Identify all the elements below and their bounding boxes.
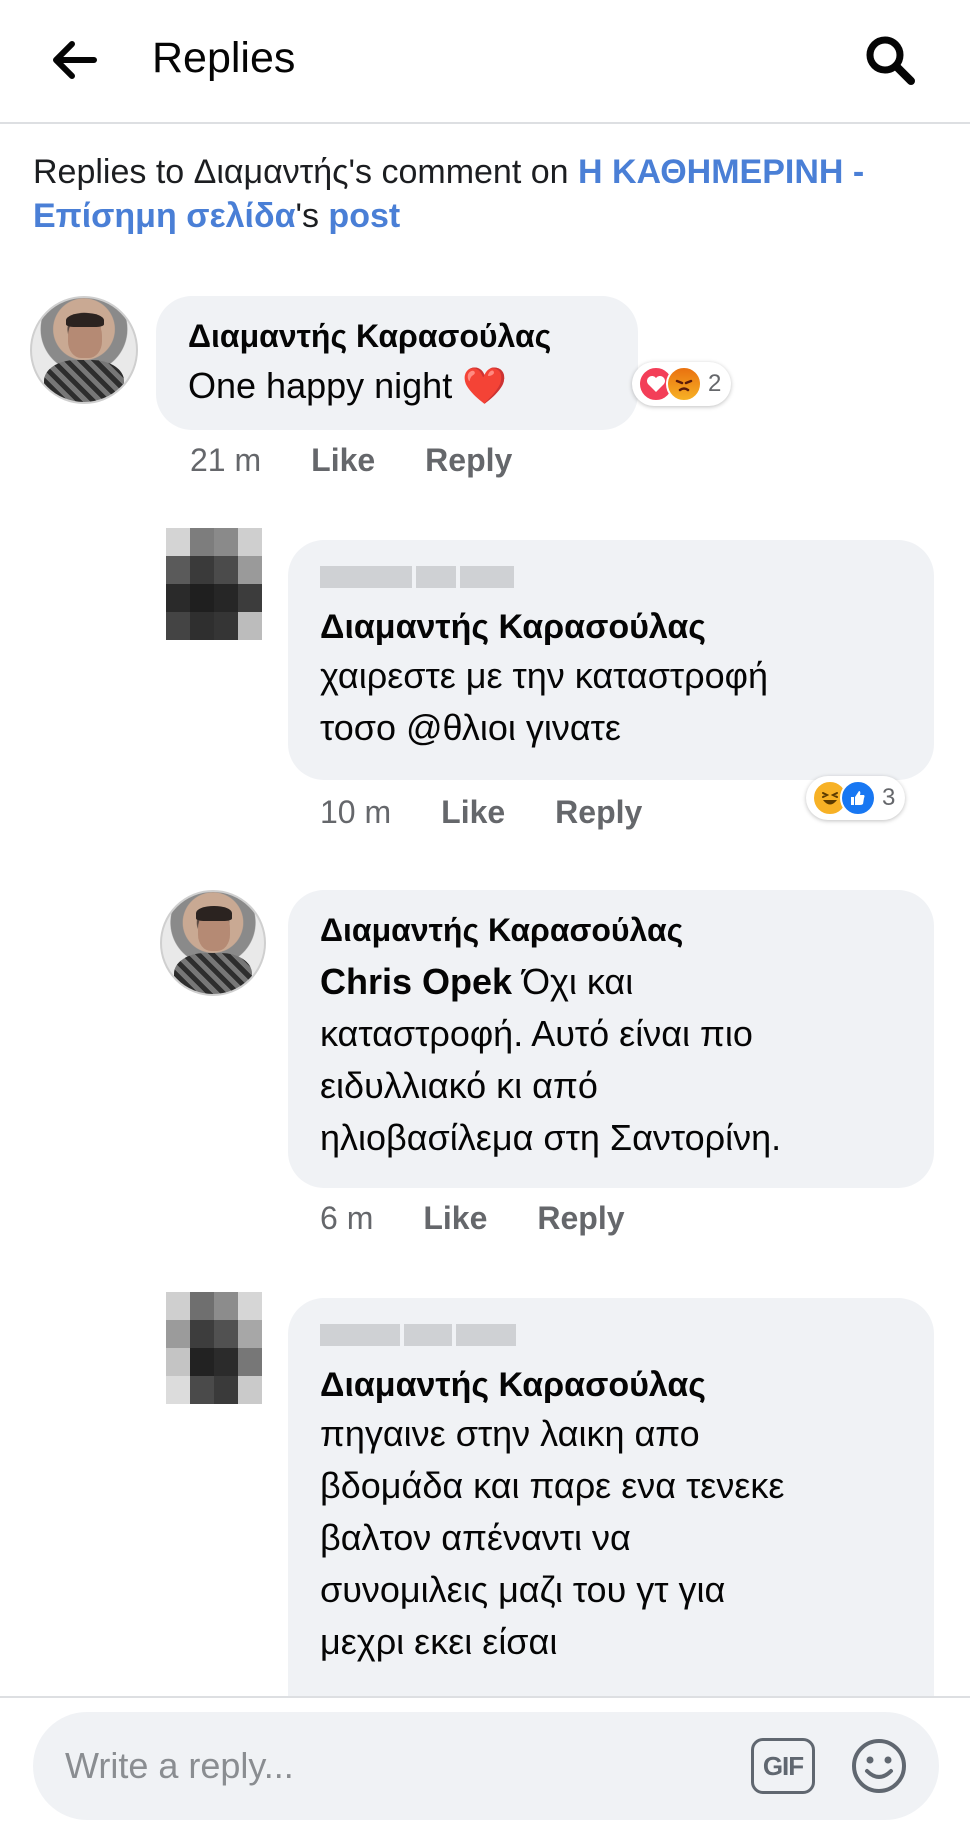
reaction-summary[interactable]: 2 — [632, 362, 732, 406]
mention-link[interactable]: Chris Opek — [320, 961, 512, 1002]
back-button[interactable] — [44, 30, 104, 90]
avatar[interactable] — [160, 890, 266, 996]
avatar[interactable] — [166, 528, 262, 640]
comment-text-line: χαιρεστε με την καταστροφή — [320, 655, 768, 696]
comment-time[interactable]: 21 m — [190, 440, 261, 480]
comment-text-line: βαλτον απέναντι να — [320, 1517, 631, 1558]
reply-button[interactable]: Reply — [555, 792, 642, 832]
emoji-button[interactable] — [847, 1734, 911, 1798]
like-reaction-icon — [840, 780, 876, 816]
comment-text-line: συνομιλεις μαζι του γτ για — [320, 1569, 726, 1610]
tagged-name[interactable]: Διαμαντής Καρασούλας — [320, 604, 902, 650]
comment-author[interactable]: Διαμαντής Καρασούλας — [320, 910, 902, 950]
top-bar: Replies — [0, 0, 970, 124]
emoji-icon — [852, 1739, 906, 1793]
comment-text-line: καταστροφή. Αυτό είναι πιο — [320, 1013, 753, 1054]
avatar[interactable] — [166, 1292, 262, 1404]
replies-context: Replies to Διαμαντής's comment on Η ΚΑΘΗ… — [33, 150, 943, 238]
comment-bubble: Διαμαντής Καρασούλας One happy night ❤️ — [156, 296, 638, 430]
reaction-count: 2 — [708, 370, 722, 397]
search-icon — [866, 36, 915, 85]
reaction-summary[interactable]: 3 — [806, 776, 906, 820]
page-title: Replies — [152, 34, 296, 82]
comment-text-line: Όχι και — [512, 961, 634, 1002]
reply-input[interactable] — [65, 1742, 725, 1790]
context-prefix: Replies to Διαμαντής's comment on — [33, 153, 578, 191]
comment-text-line: μεχρι εκει είσαι — [320, 1621, 558, 1662]
avatar[interactable] — [30, 296, 138, 404]
comment-bubble: Διαμαντής Καρασούλας χαιρεστε με την κατ… — [288, 540, 934, 780]
reply-button[interactable]: Reply — [537, 1198, 624, 1238]
comment-time[interactable]: 10 m — [320, 792, 391, 832]
angry-reaction-icon — [666, 366, 702, 402]
post-link[interactable]: post — [328, 197, 400, 235]
blurred-author-name — [320, 1324, 902, 1346]
reply-button[interactable]: Reply — [425, 440, 512, 480]
like-button[interactable]: Like — [423, 1198, 487, 1238]
comment-text-line: βδομάδα και παρε ενα τενεκε — [320, 1465, 785, 1506]
divider — [0, 1696, 970, 1698]
blurred-author-name — [320, 566, 902, 588]
comment-text-line: ειδυλλιακό κι από — [320, 1065, 598, 1106]
comment-text: One happy night ❤️ — [188, 365, 508, 406]
comment-author[interactable]: Διαμαντής Καρασούλας — [188, 316, 606, 356]
comment-text-line: πηγαινε στην λαικη απο — [320, 1413, 700, 1454]
comment-bubble: Διαμαντής Καρασούλας Chris Opek Όχι και … — [288, 890, 934, 1188]
comment-time[interactable]: 6 m — [320, 1198, 373, 1238]
like-button[interactable]: Like — [441, 792, 505, 832]
comment-bubble: Διαμαντής Καρασούλας πηγαινε στην λαικη … — [288, 1298, 934, 1698]
comment-meta: 6 m Like Reply — [320, 1198, 625, 1238]
tagged-name[interactable]: Διαμαντής Καρασούλας — [320, 1362, 902, 1408]
comment-meta: 10 m Like Reply — [320, 792, 642, 832]
search-button[interactable] — [858, 28, 922, 92]
comment-text-line: τοσο @θλιοι γινατε — [320, 707, 621, 748]
back-arrow-icon — [53, 41, 97, 79]
reply-composer: GIF — [33, 1712, 939, 1820]
context-middle: 's — [295, 197, 329, 235]
comment-meta: 21 m Like Reply — [190, 440, 512, 480]
gif-button[interactable]: GIF — [751, 1738, 815, 1794]
comment-text-line: ηλιοβασίλεμα στη Σαντορίνη. — [320, 1117, 782, 1158]
reaction-count: 3 — [882, 784, 896, 811]
like-button[interactable]: Like — [311, 440, 375, 480]
